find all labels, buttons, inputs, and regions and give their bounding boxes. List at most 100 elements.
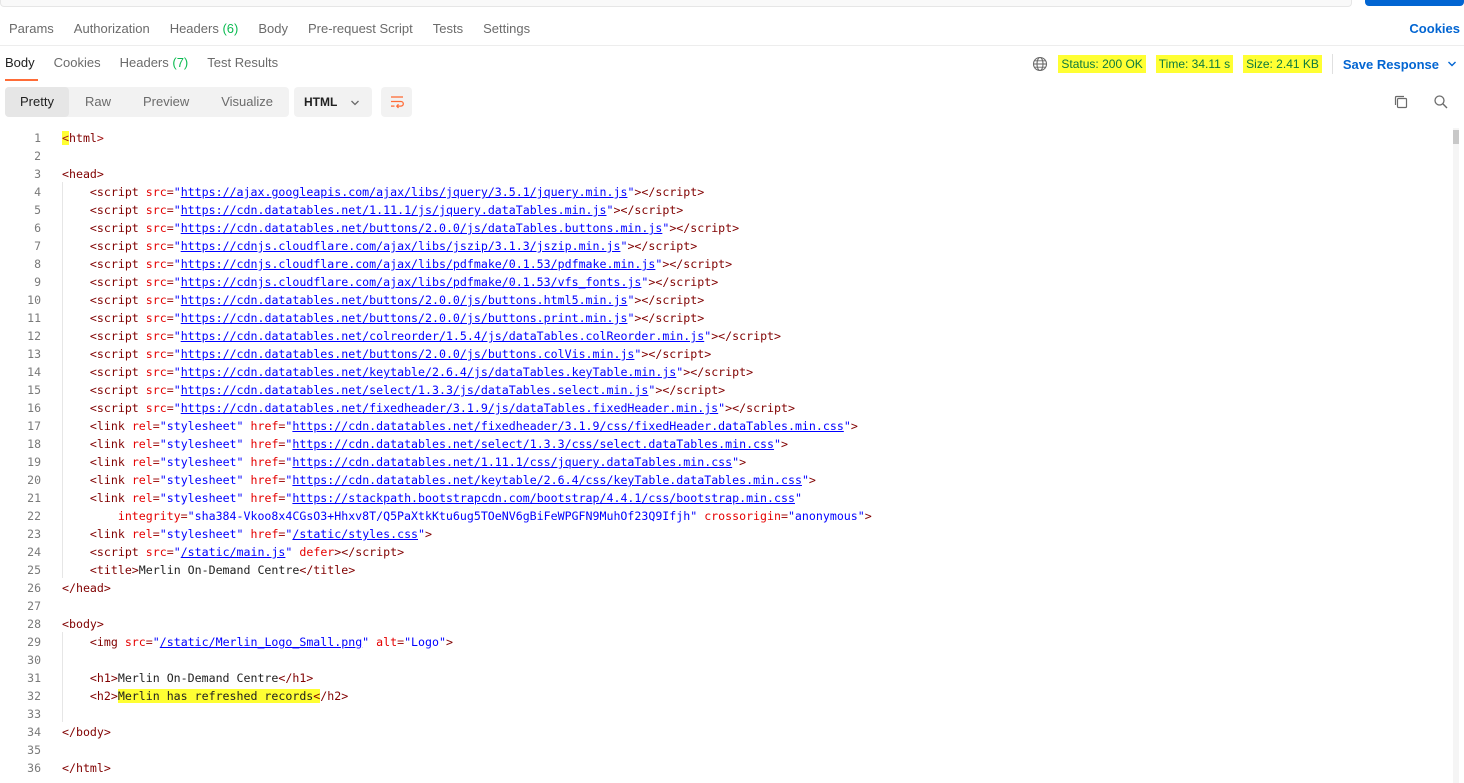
code-text: <script src="https://cdn.datatables.net/… xyxy=(89,401,795,415)
line-number: 25 xyxy=(27,563,41,577)
tab-body-label: Body xyxy=(258,20,288,36)
code-text: <script src="https://cdn.datatables.net/… xyxy=(89,383,726,397)
response-meta: Status: 200 OK Time: 34.11 s Size: 2.41 … xyxy=(1032,47,1464,81)
save-response-button[interactable]: Save Response xyxy=(1343,57,1439,72)
code-text: <title>Merlin On-Demand Centre</title> xyxy=(89,563,356,577)
tab-pre-request-label: Pre-request Script xyxy=(307,20,413,36)
tab-tests[interactable]: Tests xyxy=(423,14,473,46)
line-number: 34 xyxy=(27,725,41,739)
line-number: 1 xyxy=(34,131,41,145)
response-tab-test-results-label: Test Results xyxy=(207,55,279,70)
line-number: 28 xyxy=(27,617,41,631)
search-icon[interactable] xyxy=(1432,93,1450,111)
time-badge[interactable]: Time: 34.11 s xyxy=(1155,55,1234,73)
raw-button[interactable]: Raw xyxy=(69,87,127,117)
visualize-button[interactable]: Visualize xyxy=(205,87,289,117)
line-number: 12 xyxy=(27,329,41,343)
code-text: <script src="https://cdn.datatables.net/… xyxy=(89,365,754,379)
code-text: <link rel="stylesheet" href="https://sta… xyxy=(89,491,802,505)
request-tabs: Params Authorization Headers (6) Body Pr… xyxy=(0,14,1464,46)
chevron-down-icon xyxy=(351,100,359,106)
line-number: 11 xyxy=(27,311,41,325)
code-text: <body> xyxy=(62,617,104,631)
cookies-link[interactable]: Cookies xyxy=(1409,14,1460,46)
scrollbar-thumb[interactable] xyxy=(1453,130,1459,144)
code-text: <script src="https://cdnjs.cloudflare.co… xyxy=(89,239,698,253)
tab-pre-request-script[interactable]: Pre-request Script xyxy=(298,14,423,46)
line-number: 8 xyxy=(34,257,41,271)
code-text: <script src="https://cdn.datatables.net/… xyxy=(89,347,712,361)
tab-params[interactable]: Params xyxy=(0,14,64,46)
code-text: <img src="/static/Merlin_Logo_Small.png"… xyxy=(89,635,453,649)
tab-headers-label: Headers xyxy=(169,20,219,36)
code-text: </html> xyxy=(62,761,111,775)
tab-body[interactable]: Body xyxy=(248,14,298,46)
response-toolbar: Pretty Raw Preview Visualize HTML xyxy=(0,85,1464,119)
line-number: 6 xyxy=(34,221,41,235)
code-text: <h1>Merlin On-Demand Centre</h1> xyxy=(89,671,314,685)
code-text: <script src="https://cdn.datatables.net/… xyxy=(89,329,782,343)
response-tab-body[interactable]: Body xyxy=(0,47,41,81)
line-number: 9 xyxy=(34,275,41,289)
code-text: <h2>Merlin has refreshed records</h2> xyxy=(89,689,349,703)
line-number: 14 xyxy=(27,365,41,379)
code-text: <script src="https://cdnjs.cloudflare.co… xyxy=(89,257,733,271)
url-input[interactable] xyxy=(0,0,1352,7)
send-button[interactable] xyxy=(1365,0,1464,6)
code-text: <link rel="stylesheet" href="https://cdn… xyxy=(89,419,858,433)
tab-settings-label: Settings xyxy=(483,20,531,36)
tab-settings[interactable]: Settings xyxy=(473,14,540,46)
status-badge[interactable]: Status: 200 OK xyxy=(1058,55,1146,73)
code-text: <script src="https://cdn.datatables.net/… xyxy=(89,293,705,307)
line-number: 15 xyxy=(27,383,41,397)
size-badge[interactable]: Size: 2.41 KB xyxy=(1243,55,1322,73)
divider xyxy=(1331,54,1333,74)
code-text: <link rel="stylesheet" href="https://cdn… xyxy=(89,455,747,469)
line-number: 31 xyxy=(27,671,41,685)
code-text: <script src="https://cdn.datatables.net/… xyxy=(89,203,684,217)
line-number: 7 xyxy=(34,239,41,253)
line-number: 36 xyxy=(27,761,41,775)
line-number: 22 xyxy=(27,509,41,523)
line-number: 4 xyxy=(34,185,41,199)
line-number: 2 xyxy=(34,149,41,163)
top-strip xyxy=(0,0,1464,8)
line-number: 35 xyxy=(27,743,41,757)
code-text: <script src="/static/main.js" defer></sc… xyxy=(89,545,405,559)
response-tab-headers-label: Headers xyxy=(119,55,169,70)
response-tab-body-label: Body xyxy=(5,55,35,70)
line-number: 10 xyxy=(27,293,41,307)
chevron-down-icon[interactable] xyxy=(1447,59,1457,69)
preview-button[interactable]: Preview xyxy=(127,87,205,117)
line-number: 32 xyxy=(27,689,41,703)
line-number: 27 xyxy=(27,599,41,613)
line-number: 21 xyxy=(27,491,41,505)
response-tabs: Body Cookies Headers (7) Test Results xyxy=(0,47,292,81)
line-number: 19 xyxy=(27,455,41,469)
response-body-editor[interactable]: 1 <html> 2 3 <head> 4 <script src="https://aj… xyxy=(0,128,1464,783)
code-text: <script src="https://cdn.datatables.net/… xyxy=(89,221,740,235)
copy-icon[interactable] xyxy=(1392,93,1410,111)
response-bar: Body Cookies Headers (7) Test Results St… xyxy=(0,47,1464,81)
scrollbar[interactable] xyxy=(1453,128,1459,783)
response-headers-count: (7) xyxy=(172,55,189,70)
response-tab-cookies-label: Cookies xyxy=(53,55,101,70)
code-text: <script src="https://cdn.datatables.net/… xyxy=(89,311,705,325)
code-text: <link rel="stylesheet" href="/static/sty… xyxy=(89,527,432,541)
pretty-button[interactable]: Pretty xyxy=(5,87,69,117)
tab-authorization[interactable]: Authorization xyxy=(64,14,160,46)
globe-icon[interactable] xyxy=(1032,56,1048,72)
tab-headers[interactable]: Headers (6) xyxy=(160,14,249,46)
response-tab-cookies[interactable]: Cookies xyxy=(49,47,107,79)
format-select[interactable]: HTML xyxy=(294,87,372,117)
wrap-lines-button[interactable] xyxy=(381,87,412,117)
line-number: 29 xyxy=(27,635,41,649)
code-text: <script src="https://ajax.googleapis.com… xyxy=(89,185,705,199)
code-text: <html> xyxy=(62,131,104,145)
line-number: 20 xyxy=(27,473,41,487)
headers-count: (6) xyxy=(222,20,239,36)
line-number: 30 xyxy=(27,653,41,667)
response-tab-headers[interactable]: Headers (7) xyxy=(115,47,195,79)
response-tab-test-results[interactable]: Test Results xyxy=(202,47,284,79)
wrap-lines-icon xyxy=(390,96,404,109)
